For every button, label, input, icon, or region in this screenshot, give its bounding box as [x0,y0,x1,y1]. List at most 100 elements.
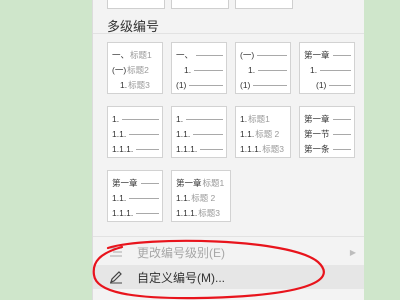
numbering-style-tile[interactable]: 1. 1.1. 1.1.1. [107,106,163,158]
pencil-icon [109,270,123,284]
custom-numbering-item[interactable]: 自定义编号(M)... [93,265,364,289]
placeholder-rule [186,119,223,120]
level-number: 1.1. [112,129,127,139]
numbering-style-tile[interactable]: 1. 1.1. 1.1.1. [171,106,227,158]
level-heading-label: 标题2 [127,65,149,75]
level-heading-label: 标题1 [130,50,152,60]
tile-level-line: 第一章 [304,113,351,125]
numbering-style-tile[interactable]: 一、 标题1 (一) 标题2 1. 标题3 [107,42,163,94]
level-heading-label: 标题3 [128,80,150,90]
level-heading-label: 标题 2 [191,193,216,203]
placeholder-rule [129,134,159,135]
tile-level-line: 1. [184,64,223,76]
tile-level-line: 1.1. [176,128,223,140]
level-number: 第一章 [304,50,330,60]
tile-level-line: 1. [112,113,159,125]
tile-level-line: 1. 标题1 [240,113,287,125]
numbering-style-tile[interactable]: 第一章 第一节 第一条 [299,106,355,158]
placeholder-rule [200,149,223,150]
placeholder-rule [189,85,223,86]
numbering-dropdown-panel: 多级编号 一、 标题1 (一) 标题2 1. 标题3 一、 1. (1) (一) 1. (1) 第一章 1… [92,0,365,300]
level-number: 一、 [176,50,194,60]
level-heading-label: 标题3 [198,208,221,218]
level-number: (一) [240,50,255,60]
numbering-style-tile[interactable]: 一、 1. (1) [171,42,227,94]
tile-level-line: 1. [176,113,223,125]
level-number: 1.1.1. [176,144,198,154]
level-heading-label: 标题1 [248,114,270,124]
numbering-style-tile[interactable]: 第一章 标题1 1.1. 标题 2 1.1.1. 标题3 [171,170,231,222]
placeholder-rule [329,85,351,86]
placeholder-rule [136,149,159,150]
tile-level-line: 1.1. [112,192,159,204]
tile-level-line: 第一章 标题1 [176,177,227,189]
level-number: 1. [248,65,256,75]
numbering-style-tile[interactable]: 1. 标题1 1.1. 标题 2 1.1.1. 标题3 [235,106,291,158]
numbering-style-tile[interactable]: 第一章 1. (1) [299,42,355,94]
tile-level-line: 一、 标题1 [112,49,159,61]
level-number: (1) [240,80,251,90]
change-list-level-item[interactable]: 更改编号级别(E) ▶ [93,240,364,264]
level-number: 1. [310,65,318,75]
list-level-icon [109,245,123,259]
tile-level-line: 1. [248,64,287,76]
placeholder-rule [194,70,223,71]
level-number: 1.1. [240,129,255,139]
tile-level-line: 1. [310,64,351,76]
placeholder-rule [129,198,159,199]
level-number: 1. [120,80,128,90]
level-number: 1. [184,65,192,75]
level-number: 1. [176,114,184,124]
placeholder-rule [136,213,159,214]
tile-stub[interactable] [235,0,293,9]
level-number: 1.1. [176,129,191,139]
tile-level-line: 1. 标题3 [120,79,159,91]
numbering-style-tile[interactable]: (一) 1. (1) [235,42,291,94]
tile-level-line: (1) [316,79,351,91]
tile-stub[interactable] [171,0,229,9]
placeholder-rule [193,134,223,135]
numbering-style-tile[interactable]: 第一章 1.1. 1.1.1. [107,170,163,222]
level-number: 1.1. [112,193,127,203]
divider [93,33,364,34]
placeholder-rule [253,85,287,86]
placeholder-rule [332,134,351,135]
level-number: 1. [112,114,120,124]
tile-level-line: 1.1.1. [176,143,223,155]
background-area [364,0,400,300]
tile-level-line: 1.1. 标题 2 [176,192,227,204]
level-number: 第一章 [304,114,330,124]
level-number: 第一条 [304,144,330,154]
tile-level-line: 一、 [176,49,223,61]
tile-level-line: 第一节 [304,128,351,140]
tile-stub[interactable] [107,0,165,9]
level-number: 1.1. [176,193,191,203]
placeholder-rule [257,55,287,56]
tile-level-line: (一) [240,49,287,61]
level-number: 第一节 [304,129,330,139]
level-number: 1.1.1. [240,144,262,154]
placeholder-rule [258,70,287,71]
level-number: (1) [316,80,327,90]
level-number: 一、 [112,50,130,60]
tile-level-line: 第一章 [112,177,159,189]
level-number: 1. [240,114,248,124]
divider [93,236,364,237]
level-number: 1.1.1. [112,144,134,154]
tile-level-line: 1.1. [112,128,159,140]
placeholder-rule [320,70,351,71]
tile-level-line: 1.1.1. 标题3 [176,207,227,219]
placeholder-rule [332,149,351,150]
level-heading-label: 标题3 [262,144,285,154]
level-heading-label: 标题 2 [255,129,280,139]
level-number: 第一章 [112,178,138,188]
change-list-level-label: 更改编号级别(E) [137,245,225,260]
custom-numbering-label: 自定义编号(M)... [137,270,225,285]
submenu-arrow-icon: ▶ [349,247,356,257]
placeholder-rule [140,183,159,184]
level-number: 1.1.1. [176,208,198,218]
level-number: 1.1.1. [112,208,134,218]
tile-level-line: 第一章 [304,49,351,61]
tile-level-line: (1) [240,79,287,91]
placeholder-rule [122,119,159,120]
